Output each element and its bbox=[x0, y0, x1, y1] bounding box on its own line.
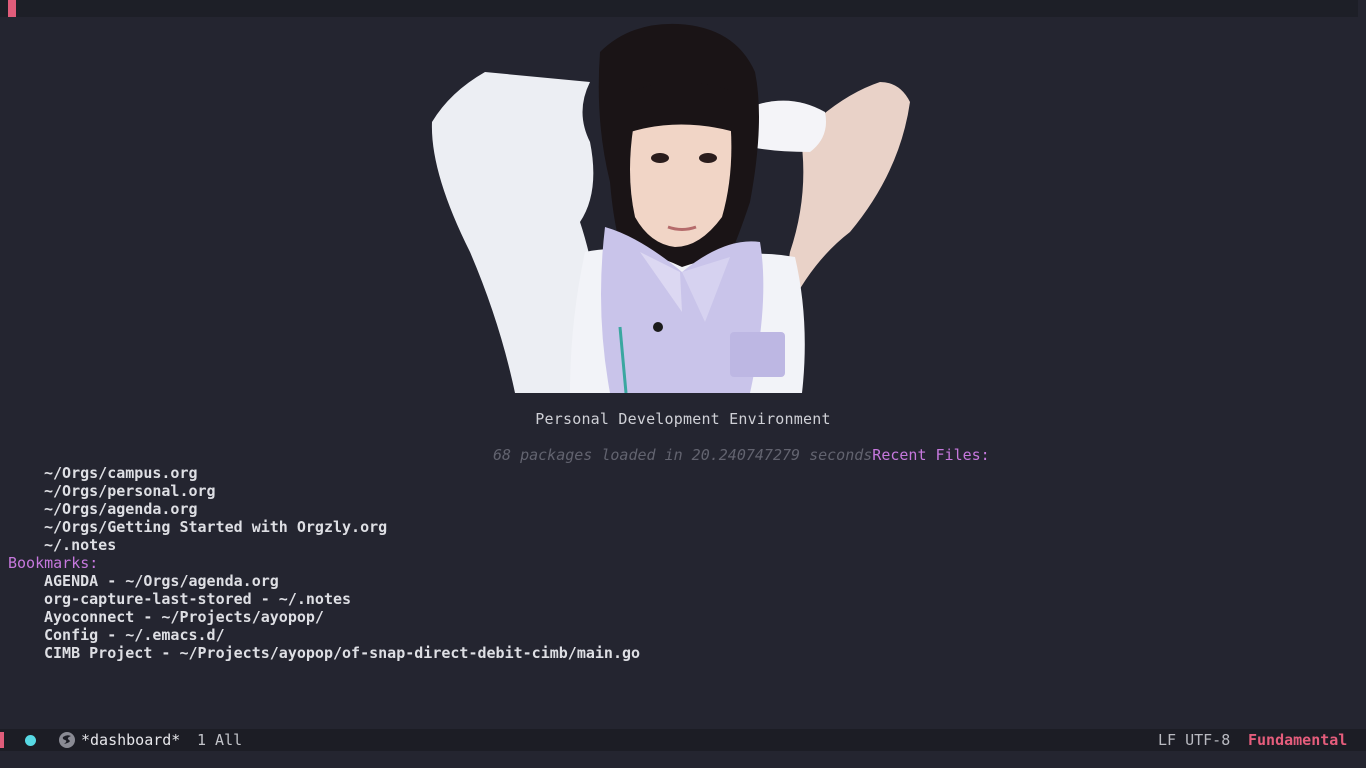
mode-line: *dashboard* 1 All LF UTF-8 Fundamental bbox=[0, 729, 1366, 751]
recent-files-heading: Recent Files: bbox=[872, 446, 990, 464]
bookmark-item[interactable]: AGENDA - ~/Orgs/agenda.org bbox=[0, 572, 640, 590]
load-info-line: 68 packages loaded in 20.240747279 secon… bbox=[493, 446, 990, 464]
bookmarks-heading: Bookmarks: bbox=[8, 554, 99, 572]
dashboard-entries: ~/Orgs/campus.org ~/Orgs/personal.org ~/… bbox=[0, 464, 640, 662]
file-encoding[interactable]: LF UTF-8 bbox=[1158, 729, 1230, 751]
bookmark-item[interactable]: org-capture-last-stored - ~/.notes bbox=[0, 590, 640, 608]
cursor-position: 1 All bbox=[197, 731, 243, 749]
active-tab-marker[interactable] bbox=[8, 0, 16, 17]
recent-file-item[interactable]: ~/Orgs/campus.org bbox=[0, 464, 640, 482]
buffer-name[interactable]: *dashboard* bbox=[81, 729, 180, 751]
bookmark-item[interactable]: CIMB Project - ~/Projects/ayopop/of-snap… bbox=[0, 644, 640, 662]
recent-file-item[interactable]: ~/Orgs/agenda.org bbox=[0, 500, 640, 518]
tab-bar-end bbox=[1358, 0, 1366, 17]
major-mode[interactable]: Fundamental bbox=[1248, 729, 1347, 751]
buffer-state-dot-icon bbox=[25, 735, 36, 746]
tab-bar bbox=[0, 0, 1366, 17]
recent-file-item[interactable]: ~/Orgs/personal.org bbox=[0, 482, 640, 500]
active-window-indicator bbox=[0, 732, 4, 748]
recent-file-item[interactable]: ~/.notes bbox=[0, 536, 640, 554]
packages-load-info: 68 packages loaded in 20.240747279 secon… bbox=[493, 446, 873, 464]
echo-area bbox=[0, 751, 1366, 768]
bookmark-item[interactable]: Ayoconnect - ~/Projects/ayopop/ bbox=[0, 608, 640, 626]
banner-image bbox=[430, 22, 918, 393]
emacs-logo-icon bbox=[58, 731, 76, 749]
dashboard-title: Personal Development Environment bbox=[535, 410, 831, 428]
bookmark-item[interactable]: Config - ~/.emacs.d/ bbox=[0, 626, 640, 644]
recent-file-item[interactable]: ~/Orgs/Getting Started with Orgzly.org bbox=[0, 518, 640, 536]
